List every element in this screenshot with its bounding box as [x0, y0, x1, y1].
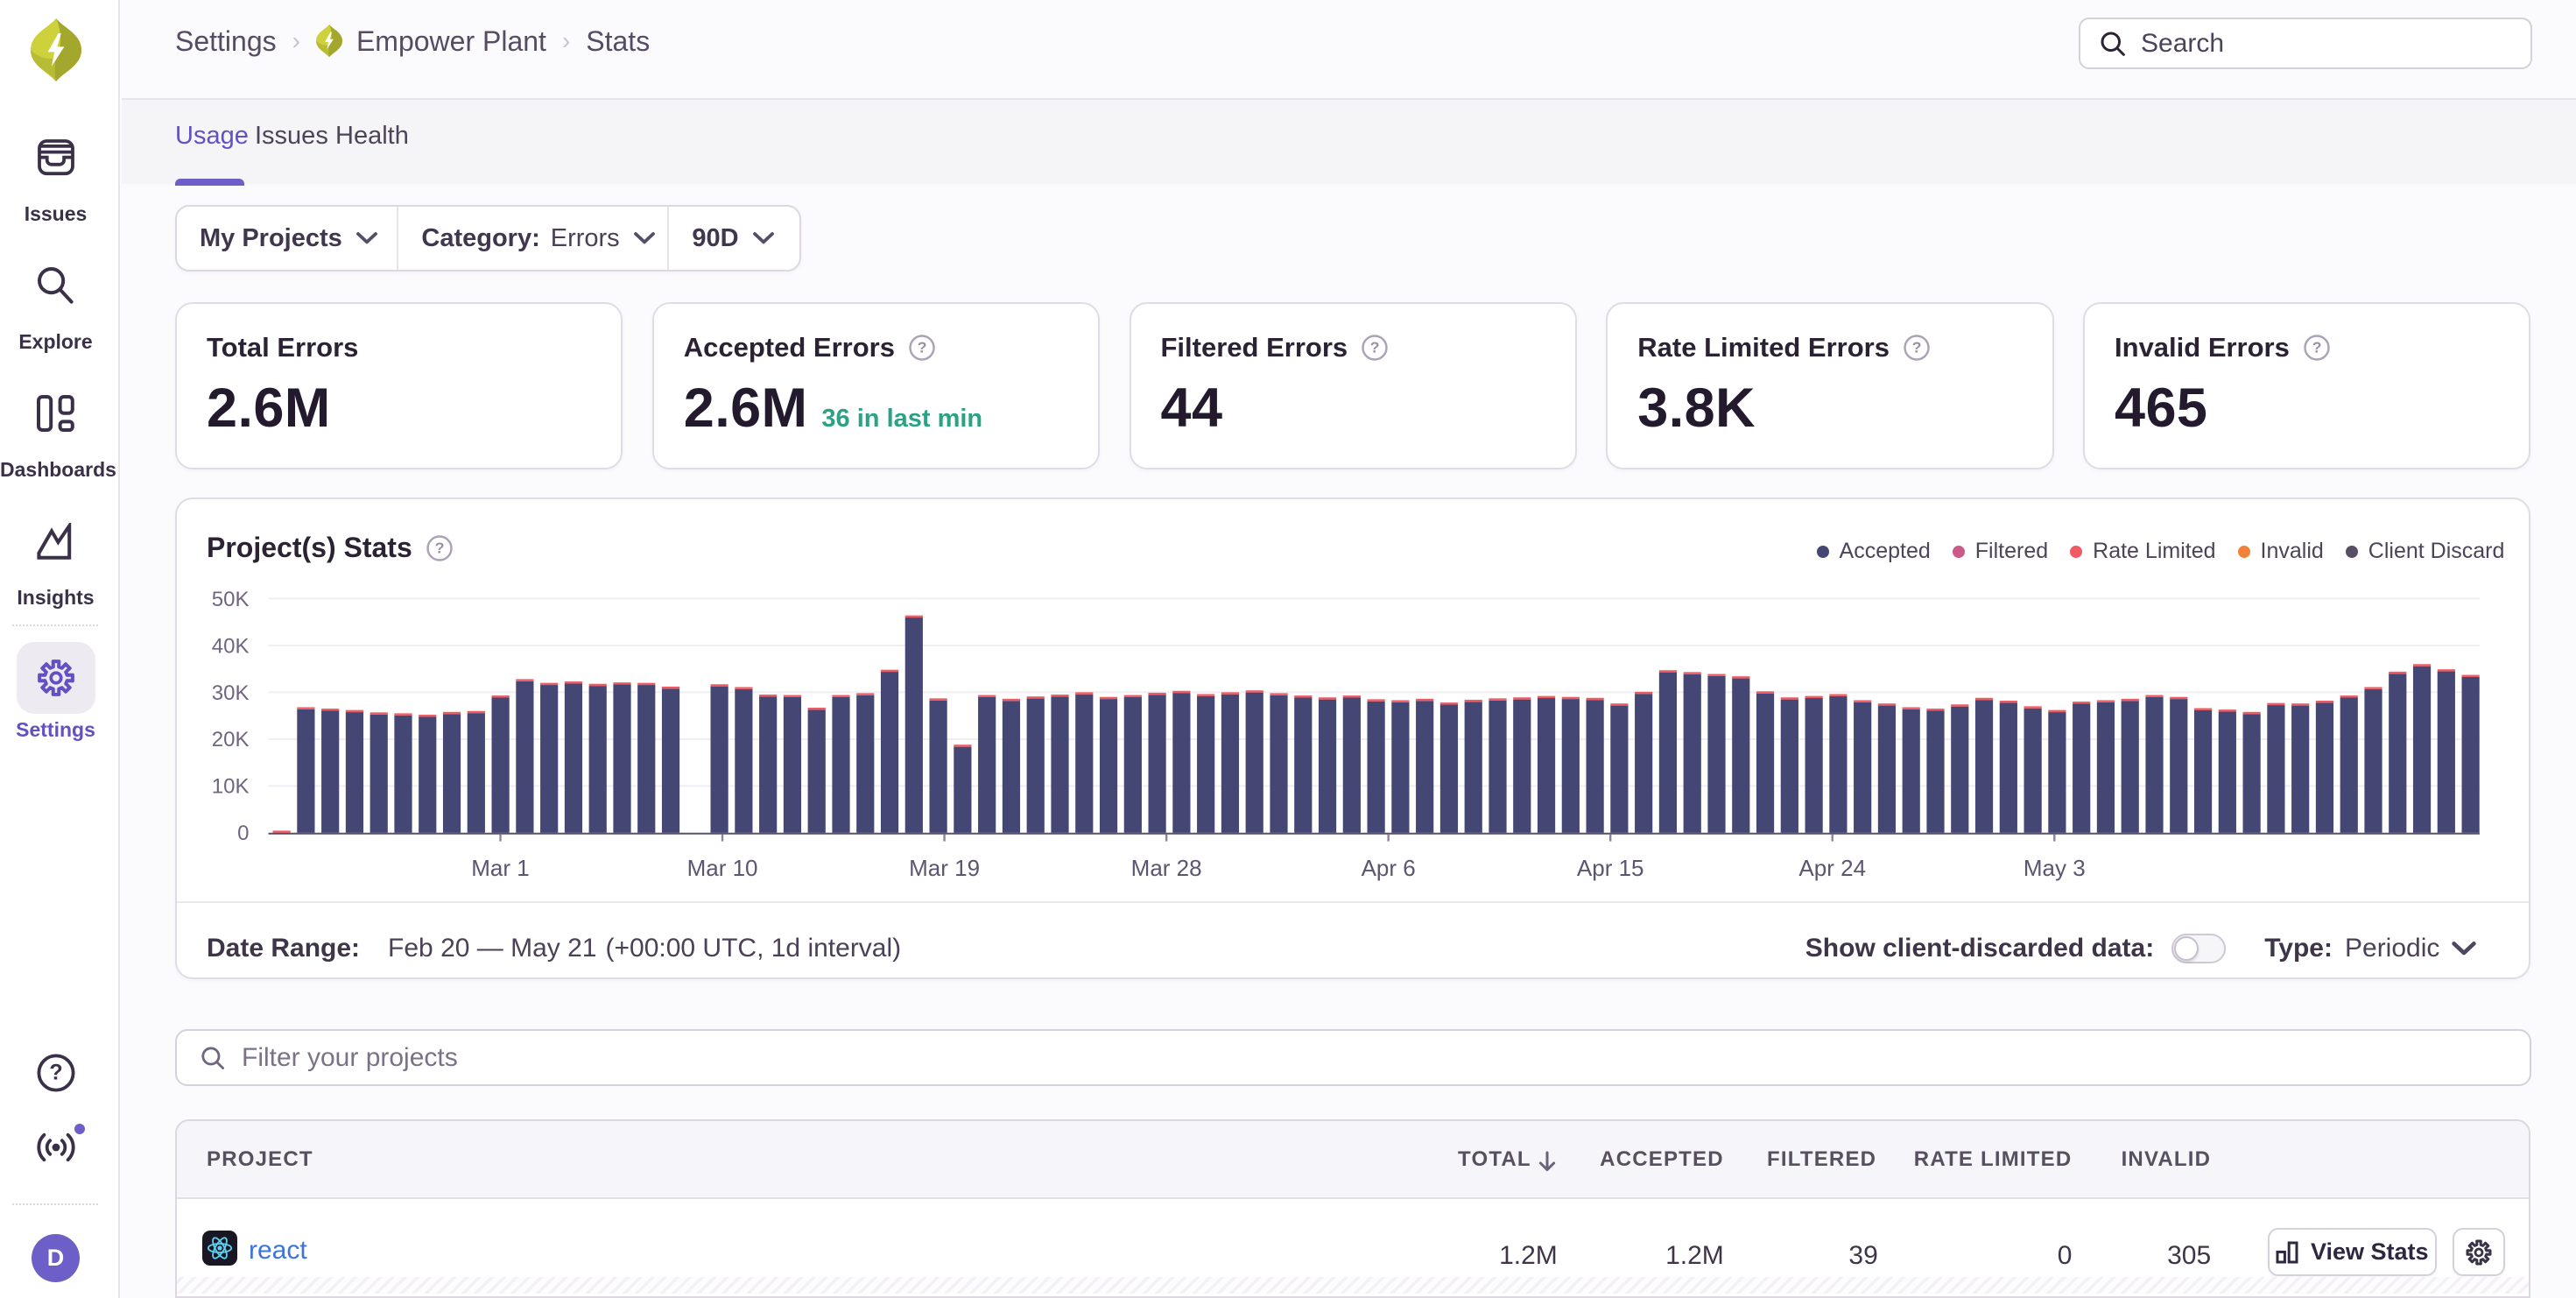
svg-text:Mar 28: Mar 28 — [1131, 855, 1202, 881]
svg-text:Mar 1: Mar 1 — [471, 855, 529, 881]
svg-text:?: ? — [1912, 339, 1922, 356]
svg-text:Apr 24: Apr 24 — [1798, 855, 1866, 881]
svg-text:40K: 40K — [212, 634, 250, 658]
svg-text:Apr 6: Apr 6 — [1362, 855, 1416, 881]
svg-text:?: ? — [918, 339, 927, 356]
svg-text:Mar 19: Mar 19 — [909, 855, 980, 881]
svg-text:0: 0 — [237, 822, 249, 845]
svg-text:?: ? — [2312, 339, 2321, 356]
svg-text:10K: 10K — [212, 775, 250, 799]
svg-text:50K: 50K — [212, 588, 250, 611]
svg-text:20K: 20K — [212, 728, 250, 751]
svg-text:May 3: May 3 — [2023, 855, 2086, 881]
svg-text:?: ? — [1370, 339, 1380, 356]
svg-text:30K: 30K — [212, 681, 250, 705]
svg-text:Apr 15: Apr 15 — [1577, 855, 1644, 881]
svg-text:?: ? — [49, 1061, 62, 1085]
svg-text:Mar 10: Mar 10 — [687, 855, 758, 881]
